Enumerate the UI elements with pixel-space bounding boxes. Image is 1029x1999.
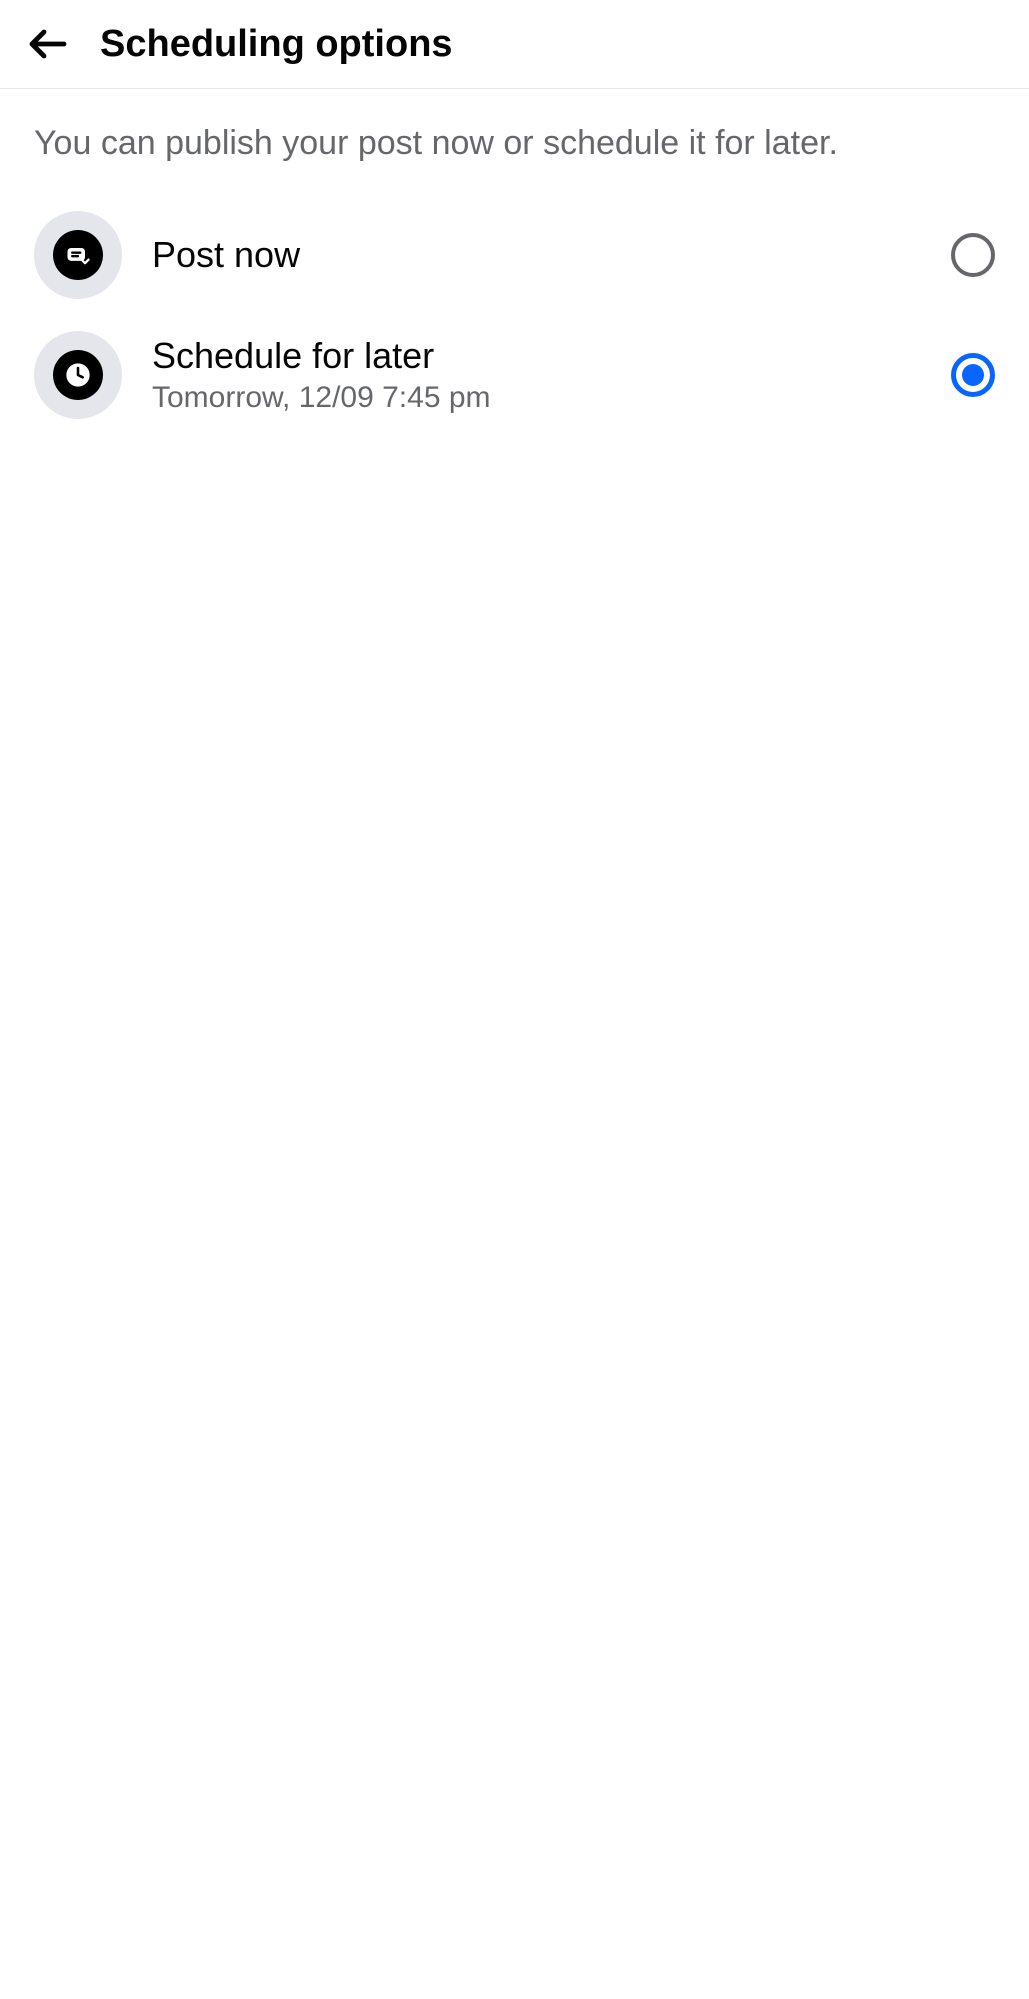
radio-schedule-later[interactable] [951,353,995,397]
radio-post-now[interactable] [951,233,995,277]
content: You can publish your post now or schedul… [0,89,1029,467]
clock-icon [53,350,103,400]
schedule-later-icon-wrap [34,331,122,419]
option-schedule-later-title: Schedule for later [152,335,921,377]
header: Scheduling options [0,0,1029,89]
option-post-now[interactable]: Post now [34,195,995,315]
option-post-now-title: Post now [152,234,921,276]
post-now-icon-wrap [34,211,122,299]
back-button[interactable] [24,20,72,68]
option-post-now-text: Post now [152,234,921,276]
option-schedule-later-text: Schedule for later Tomorrow, 12/09 7:45 … [152,335,921,415]
option-schedule-later-subtitle: Tomorrow, 12/09 7:45 pm [152,381,921,415]
option-schedule-later[interactable]: Schedule for later Tomorrow, 12/09 7:45 … [34,315,995,435]
post-now-icon [53,230,103,280]
page-title: Scheduling options [100,23,453,66]
back-arrow-icon [24,20,72,68]
description-text: You can publish your post now or schedul… [34,121,995,167]
